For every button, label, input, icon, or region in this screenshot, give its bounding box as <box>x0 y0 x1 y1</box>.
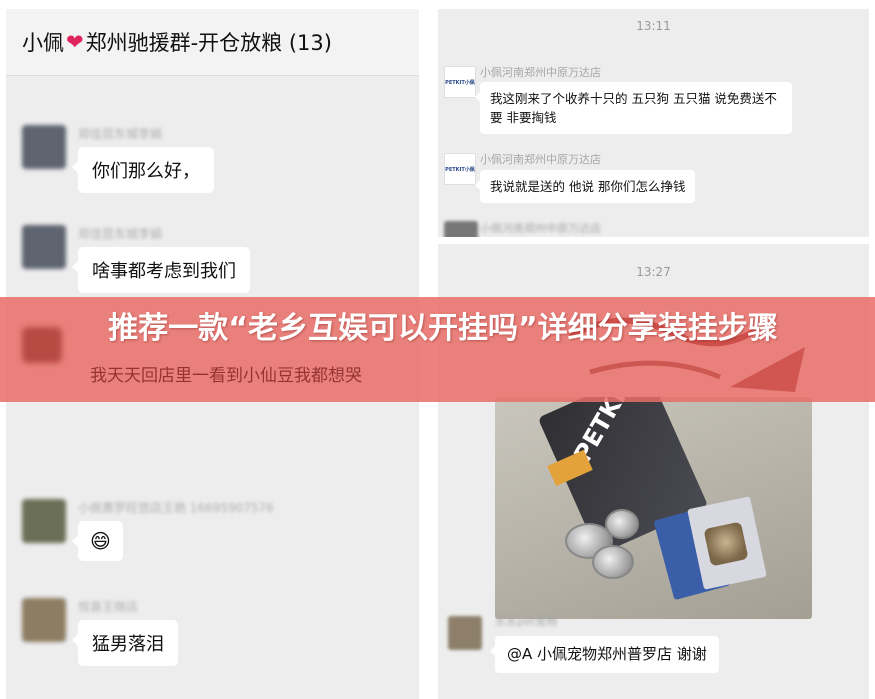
avatar[interactable] <box>22 125 66 169</box>
sender-name: 小佩惠罗旺悠店王艳 16695907576 <box>78 501 274 515</box>
avatar[interactable] <box>22 598 66 642</box>
store-avatar[interactable]: PETKIT小佩 <box>444 153 476 185</box>
blurred-avatar <box>22 327 62 363</box>
title-banner: 我天天回店里一看到小仙豆我都想哭 推荐一款“老乡互娱可以开挂吗”详细分享装挂步骤 <box>0 297 875 402</box>
timestamp: 13:11 <box>636 19 671 33</box>
shared-photo[interactable]: PETKIT <box>495 397 812 619</box>
avatar[interactable] <box>22 225 66 269</box>
sender-name: 郑佳昆东城李娟 <box>78 227 163 241</box>
chat-title-prefix: 小佩 <box>22 31 64 55</box>
message-bubble[interactable]: 我说就是送的 他说 那你们怎么挣钱 <box>474 170 696 203</box>
underlying-message: 我天天回店里一看到小仙豆我都想哭 <box>90 366 362 386</box>
sender-name: 小佩河南郑州中原万达店 <box>480 222 601 235</box>
avatar[interactable] <box>444 221 478 237</box>
heart-icon: ❤ <box>66 30 84 54</box>
message-bubble[interactable]: 猛男落泪 <box>72 620 178 666</box>
sender-name: 小佩河南郑州中原万达店 <box>480 66 601 79</box>
emoji-bubble[interactable]: 😄 <box>72 521 123 561</box>
sender-name: 东东pet宠物 <box>495 615 558 628</box>
cat-photo <box>703 521 749 567</box>
food-can <box>605 509 639 539</box>
banner-title: 推荐一款“老乡互娱可以开挂吗”详细分享装挂步骤 <box>108 311 778 346</box>
message-bubble[interactable]: 啥事都考虑到我们 <box>72 247 250 293</box>
chat-title: 郑州驰援群-开仓放粮 (13) <box>85 31 332 55</box>
message-bubble[interactable]: @A 小佩宠物郑州普罗店 谢谢 <box>490 636 719 673</box>
message-bubble[interactable]: 我这刚来了个收养十只的 五只狗 五只猫 说免费送不要 非要掏钱 <box>475 82 792 134</box>
avatar[interactable] <box>448 616 482 650</box>
food-can <box>592 545 634 579</box>
sender-name: 悦喜王晓店 <box>78 600 139 614</box>
message-bubble[interactable]: 你们那么好， <box>72 147 214 193</box>
timestamp: 13:27 <box>636 265 671 279</box>
avatar[interactable] <box>22 499 66 543</box>
chat-header[interactable]: 小佩 ❤ 郑州驰援群-开仓放粮 (13) <box>6 9 419 76</box>
right-chat-panel-top: 13:11 PETKIT小佩 小佩河南郑州中原万达店 我这刚来了个收养十只的 五… <box>438 9 869 237</box>
store-avatar[interactable]: PETKIT小佩 <box>444 66 476 98</box>
sender-name: 小佩河南郑州中原万达店 <box>480 153 601 166</box>
sender-name: 郑佳昆东城李娟 <box>78 127 163 141</box>
